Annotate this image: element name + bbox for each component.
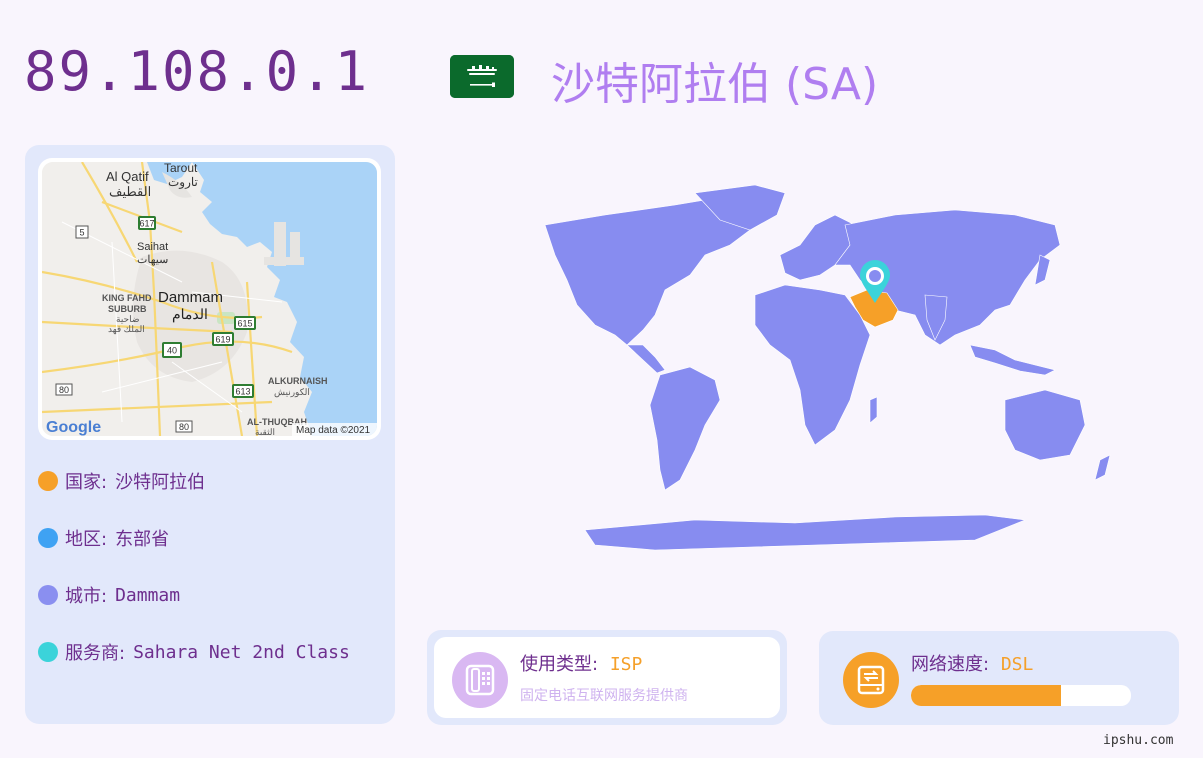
region-dot-icon bbox=[38, 528, 58, 548]
usage-type-label: 使用类型: bbox=[520, 654, 599, 675]
country-title: 沙特阿拉伯 (SA) bbox=[551, 59, 879, 110]
region-value: 东部省 bbox=[115, 529, 170, 550]
ip-address: 89.108.0.1 bbox=[24, 40, 370, 103]
country-value: 沙特阿拉伯 bbox=[115, 472, 206, 493]
isp-label: 服务商: bbox=[65, 643, 126, 664]
map-label-king-fahd: KING FAHD bbox=[102, 293, 152, 303]
map-label-king-fahd-suburb: SUBURB bbox=[108, 304, 147, 314]
network-speed-label: 网络速度: bbox=[911, 654, 990, 675]
city-map[interactable]: Al Qatif القطيف Tarout تاروت Saihat سيها… bbox=[38, 158, 381, 440]
footer-site: ipshu.com bbox=[1103, 733, 1174, 748]
city-dot-icon bbox=[38, 585, 58, 605]
map-label-saihat-ar: سيهات bbox=[137, 254, 168, 266]
network-speed-bar-fill bbox=[911, 685, 1061, 706]
road-shield-613: 613 bbox=[235, 387, 250, 397]
network-speed-title: 网络速度: DSL bbox=[911, 650, 1033, 676]
city-label: 城市: bbox=[65, 586, 108, 607]
isp-value: Sahara Net 2nd Class bbox=[133, 641, 350, 663]
map-label-al-qatif-ar: القطيف bbox=[109, 184, 151, 199]
isp-dot-icon bbox=[38, 642, 58, 662]
map-label-al-thuqbah-ar: الثقبة bbox=[255, 427, 275, 436]
city-value: Dammam bbox=[115, 584, 181, 606]
map-label-dammam-ar: الدمام bbox=[172, 306, 208, 323]
road-shield-40: 40 bbox=[167, 346, 177, 356]
usage-type-subtitle: 固定电话互联网服务提供商 bbox=[520, 688, 688, 704]
info-row-city: 城市: Dammam bbox=[38, 581, 180, 609]
map-label-king-fahd-ar1: ضاحية bbox=[116, 314, 140, 324]
road-shield-80-west: 80 bbox=[59, 385, 69, 395]
info-row-region: 地区: 东部省 bbox=[38, 524, 169, 552]
phone-icon bbox=[452, 652, 508, 708]
road-shield-617: 617 bbox=[139, 219, 154, 229]
saudi-arabia-flag-icon bbox=[450, 55, 514, 98]
map-label-king-fahd-ar2: الملك فهد bbox=[108, 324, 145, 335]
world-map bbox=[515, 184, 1145, 555]
google-logo: Google bbox=[46, 419, 101, 436]
map-label-saihat: Saihat bbox=[137, 241, 168, 253]
map-label-tarout: Tarout bbox=[164, 162, 198, 175]
map-label-dammam: Dammam bbox=[158, 289, 223, 306]
road-shield-5: 5 bbox=[79, 228, 84, 238]
country-label: 国家: bbox=[65, 472, 108, 493]
info-row-isp: 服务商: Sahara Net 2nd Class bbox=[38, 638, 350, 666]
usage-type-title: 使用类型: ISP bbox=[520, 650, 642, 676]
map-label-al-qatif: Al Qatif bbox=[106, 169, 149, 184]
country-dot-icon bbox=[38, 471, 58, 491]
router-icon bbox=[843, 652, 899, 708]
map-attribution: Map data ©2021 bbox=[296, 425, 371, 436]
map-label-alkurnaish: ALKURNAISH bbox=[268, 376, 328, 386]
info-row-country: 国家: 沙特阿拉伯 bbox=[38, 467, 205, 495]
usage-type-value: ISP bbox=[609, 654, 643, 675]
road-shield-619: 619 bbox=[215, 335, 230, 345]
road-shield-615: 615 bbox=[237, 319, 252, 329]
region-label: 地区: bbox=[65, 529, 108, 550]
road-shield-80-south: 80 bbox=[179, 422, 189, 432]
network-speed-value: DSL bbox=[1000, 654, 1034, 675]
network-speed-bar bbox=[911, 685, 1131, 706]
map-label-tarout-ar: تاروت bbox=[168, 175, 198, 189]
map-label-alkurnaish-ar: الكورنيش bbox=[274, 387, 310, 398]
